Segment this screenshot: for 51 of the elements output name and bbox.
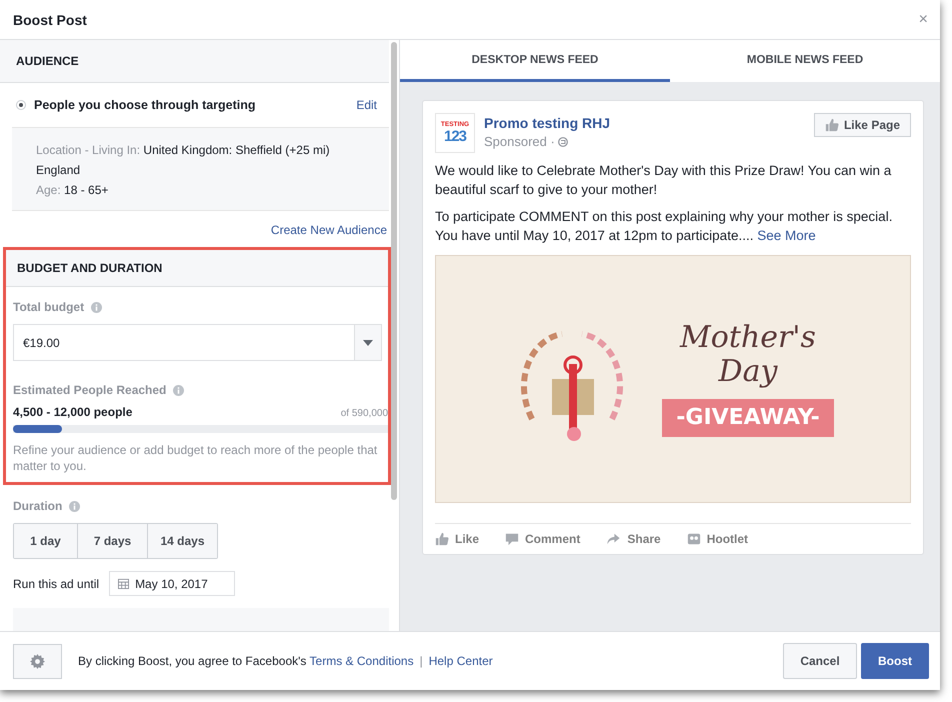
caret-icon bbox=[363, 340, 373, 346]
reach-estimate: 4,500 - 12,000 people bbox=[13, 405, 132, 419]
field-label: Duration bbox=[13, 499, 62, 513]
duration-option[interactable]: 14 days bbox=[147, 524, 217, 558]
targeting-detail: Location - Living In: United Kingdom: Sheffield (+25 mi) England bbox=[36, 142, 331, 179]
illustration-title: Day bbox=[718, 355, 778, 389]
help-center-link[interactable]: Help Center bbox=[428, 654, 493, 668]
field-label: Total budget bbox=[13, 300, 84, 314]
separator: | bbox=[420, 654, 423, 668]
window-title: Boost Post bbox=[13, 12, 87, 28]
hint-text: Refine your audience or add budget to reach more of the people that matter to you. bbox=[13, 442, 378, 474]
cancel-button[interactable]: Cancel bbox=[783, 643, 857, 679]
post-action[interactable]: Like bbox=[435, 532, 480, 546]
info-icon bbox=[91, 302, 102, 312]
like-page-button[interactable]: Like Page bbox=[814, 113, 911, 137]
thumbs-up-icon bbox=[824, 118, 839, 132]
budget-dropdown[interactable]: €19.00 bbox=[13, 324, 382, 361]
info-icon bbox=[69, 500, 80, 512]
post-text: To participate COMMENT on this post explaining why your mother is special. You have until May 10, 2017 at 12pm to participate.... See More bbox=[435, 208, 894, 245]
settings-button[interactable] bbox=[13, 644, 62, 678]
thumbs-up-icon bbox=[435, 532, 449, 546]
agreement-text: By clicking Boost, you agree to Facebook's bbox=[78, 654, 306, 668]
section-heading: AUDIENCE bbox=[0, 40, 389, 83]
post-action[interactable]: Hootlet bbox=[686, 532, 748, 546]
terms-link[interactable]: Terms & Conditions bbox=[310, 654, 414, 668]
date-field[interactable]: May 10, 2017 bbox=[109, 571, 236, 596]
share-arrow-icon bbox=[606, 532, 622, 546]
create-audience-link[interactable]: Create New Audience bbox=[270, 223, 387, 237]
giveaway-ribbon: -GIVEAWAY- bbox=[662, 399, 834, 437]
section-heading: BUDGET AND DURATION bbox=[6, 250, 388, 287]
calendar-icon bbox=[118, 578, 130, 589]
post-text: We would like to Celebrate Mother's Day with this Prize Draw! You can win a beautiful scarf to give to your mother! bbox=[435, 162, 892, 199]
see-more-link[interactable]: See More bbox=[757, 228, 816, 243]
field-label: Estimated People Reached bbox=[13, 383, 166, 397]
info-icon bbox=[173, 384, 184, 396]
field-label: Run this ad until bbox=[13, 576, 100, 590]
radio-button[interactable] bbox=[16, 100, 26, 110]
owl-face-icon bbox=[686, 532, 701, 546]
post-action[interactable]: Share bbox=[606, 532, 661, 546]
targeting-detail: Age: 18 - 65+ bbox=[36, 182, 110, 199]
scrollbar[interactable] bbox=[391, 42, 397, 500]
sponsored-label: Sponsored · bbox=[484, 134, 555, 149]
radio-label: People you choose through targeting bbox=[34, 98, 257, 112]
edit-link[interactable]: Edit bbox=[356, 98, 377, 112]
reach-total: of 590,000 bbox=[340, 408, 388, 419]
speech-bubble-icon bbox=[505, 532, 520, 546]
illustration-title: Mother's bbox=[680, 321, 816, 355]
page-name-link[interactable]: Promo testing RHJ bbox=[484, 115, 610, 131]
post-action[interactable]: Comment bbox=[505, 532, 580, 546]
settings-icon bbox=[30, 654, 45, 668]
boost-button[interactable]: Boost bbox=[861, 643, 929, 679]
